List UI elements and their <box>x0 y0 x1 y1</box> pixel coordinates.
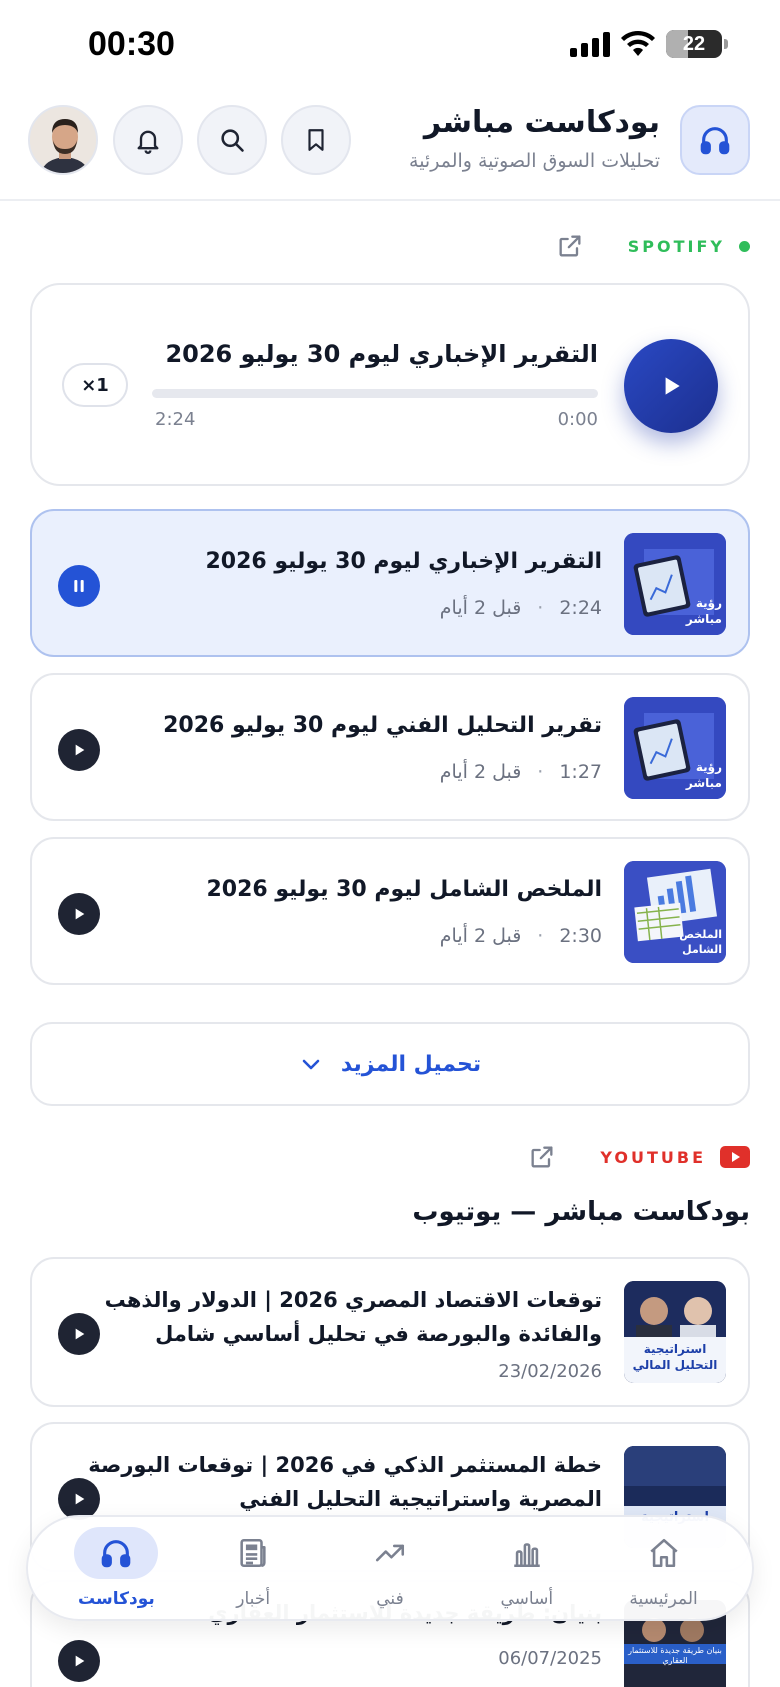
thumbnail-caption: الملخص الشامل <box>679 928 722 956</box>
chevron-down-icon <box>302 1059 320 1070</box>
status-icons: 22 <box>570 30 728 58</box>
nav-item-fundamental[interactable]: أساسي <box>467 1527 587 1609</box>
episode-thumbnail: رؤية مباشر <box>624 533 726 635</box>
video-title: خطة المستثمر الذكي في 2026 | توقعات البو… <box>88 1453 602 1511</box>
nav-label: المرئيسية <box>629 1589 698 1609</box>
youtube-section-title: بودكاست مباشر — يوتيوب <box>412 1197 750 1227</box>
app-header: بودكاست مباشر تحليلات السوق الصوتية والم… <box>0 95 780 201</box>
nav-item-news[interactable]: أخبار <box>193 1527 313 1609</box>
video-date: 23/02/2026 <box>498 1361 602 1382</box>
notifications-button[interactable] <box>113 105 183 175</box>
youtube-source-row: YOUTUBE <box>528 1143 750 1171</box>
spotify-dot <box>739 240 750 252</box>
headphones-icon <box>102 1540 131 1568</box>
search-icon <box>221 129 244 152</box>
spotify-source-row: SPOTIFY <box>556 232 750 260</box>
episode-card[interactable]: رؤية مباشر تقرير التحليل الفني ليوم 30 ي… <box>30 673 750 821</box>
battery-level: 22 <box>682 32 706 55</box>
search-button[interactable] <box>197 105 267 175</box>
nav-label: فني <box>376 1589 404 1609</box>
play-button[interactable] <box>58 1313 100 1355</box>
progress-slider[interactable] <box>152 389 598 398</box>
play-icon <box>75 1328 85 1340</box>
user-avatar-image <box>30 107 96 173</box>
pause-button[interactable] <box>58 565 100 607</box>
wifi-icon <box>621 30 655 56</box>
load-more-button[interactable]: تحميل المزيد <box>30 1022 750 1106</box>
video-title: توقعات الاقتصاد المصري 2026 | الدولار وا… <box>104 1288 602 1346</box>
episode-duration: 1:27 <box>559 761 602 783</box>
current-time: 0:00 <box>557 409 598 430</box>
play-icon <box>75 1493 85 1505</box>
episode-meta: قبل 2 أيام · 1:27 <box>439 761 602 783</box>
episode-thumbnail: رؤية مباشر <box>624 697 726 799</box>
episode-card[interactable]: رؤية مباشر التقرير الإخباري ليوم 30 يولي… <box>30 509 750 657</box>
duration: 2:24 <box>155 409 196 430</box>
pause-icon <box>74 580 84 592</box>
play-icon <box>665 377 680 395</box>
video-thumbnail: استراتيجية التحليل المالي <box>624 1281 726 1383</box>
episode-meta: قبل 2 أيام · 2:24 <box>439 597 602 619</box>
nav-label: أخبار <box>236 1589 271 1609</box>
play-button[interactable] <box>624 339 718 433</box>
trend-icon <box>375 1544 405 1562</box>
player-title: التقرير الإخباري ليوم 30 يوليو 2026 <box>165 340 598 368</box>
battery-icon: 22 <box>666 30 728 58</box>
play-icon <box>75 744 85 756</box>
episode-age: قبل 2 أيام <box>439 925 522 947</box>
page-title: بودكاست مباشر <box>423 105 660 140</box>
app-logo <box>680 105 750 175</box>
episode-title: تقرير التحليل الفني ليوم 30 يوليو 2026 <box>163 713 602 738</box>
bookmark-icon <box>308 129 324 151</box>
episode-meta: قبل 2 أيام · 2:30 <box>439 925 602 947</box>
external-link-icon[interactable] <box>528 1143 556 1171</box>
avatar[interactable] <box>28 105 98 175</box>
cellular-signal-icon <box>570 31 610 57</box>
episode-age: قبل 2 أيام <box>439 597 522 619</box>
load-more-label: تحميل المزيد <box>340 1051 482 1077</box>
episode-title: الملخص الشامل ليوم 30 يوليو 2026 <box>206 877 602 902</box>
episode-card[interactable]: الملخص الشامل الملخص الشامل ليوم 30 يولي… <box>30 837 750 985</box>
episode-title: التقرير الإخباري ليوم 30 يوليو 2026 <box>205 549 603 574</box>
thumbnail-caption: استراتيجية التحليل المالي <box>632 1342 718 1372</box>
thumbnail-caption: بنيان طريقة جديدة للاستثمار العقاري <box>628 1646 722 1665</box>
home-icon <box>649 1538 678 1568</box>
episode-age: قبل 2 أيام <box>439 761 522 783</box>
nav-label: أساسي <box>500 1589 554 1609</box>
play-button[interactable] <box>58 1478 100 1520</box>
episode-duration: 2:30 <box>559 925 602 947</box>
spotify-label: SPOTIFY <box>627 236 725 256</box>
thumbnail-caption: رؤية مباشر <box>685 596 722 626</box>
external-link-icon[interactable] <box>556 232 584 260</box>
nav-label: بودكاست <box>78 1589 155 1609</box>
status-time: 00:30 <box>88 25 175 63</box>
bar-chart-icon <box>514 1543 540 1568</box>
play-button[interactable] <box>58 893 100 935</box>
bell-icon <box>137 130 159 154</box>
play-icon <box>75 908 85 920</box>
page-subtitle: تحليلات السوق الصوتية والمرئية <box>409 150 660 172</box>
nav-item-home[interactable]: المرئيسية <box>604 1527 724 1609</box>
youtube-label: YOUTUBE <box>600 1147 706 1167</box>
bottom-nav: بودكاست أخبار فني أساسي المرئيسية <box>26 1515 754 1621</box>
thumbnail-caption: رؤية مباشر <box>685 760 722 790</box>
play-button[interactable] <box>58 1640 100 1682</box>
nav-item-podcast[interactable]: بودكاست <box>56 1527 176 1609</box>
status-bar: 00:30 22 <box>0 0 780 95</box>
audio-player: التقرير الإخباري ليوم 30 يوليو 2026 0:00… <box>30 283 750 486</box>
news-icon <box>240 1538 266 1568</box>
video-card[interactable]: استراتيجية التحليل المالي توقعات الاقتصا… <box>30 1257 750 1407</box>
bookmark-button[interactable] <box>281 105 351 175</box>
headphones-icon <box>700 127 730 155</box>
episode-thumbnail: الملخص الشامل <box>624 861 726 963</box>
video-date: 06/07/2025 <box>498 1648 602 1669</box>
play-button[interactable] <box>58 729 100 771</box>
youtube-icon <box>720 1146 750 1168</box>
nav-item-technical[interactable]: فني <box>330 1527 450 1609</box>
playback-speed-button[interactable]: ×1 <box>62 363 128 407</box>
episode-duration: 2:24 <box>559 597 602 619</box>
play-icon <box>75 1655 85 1667</box>
